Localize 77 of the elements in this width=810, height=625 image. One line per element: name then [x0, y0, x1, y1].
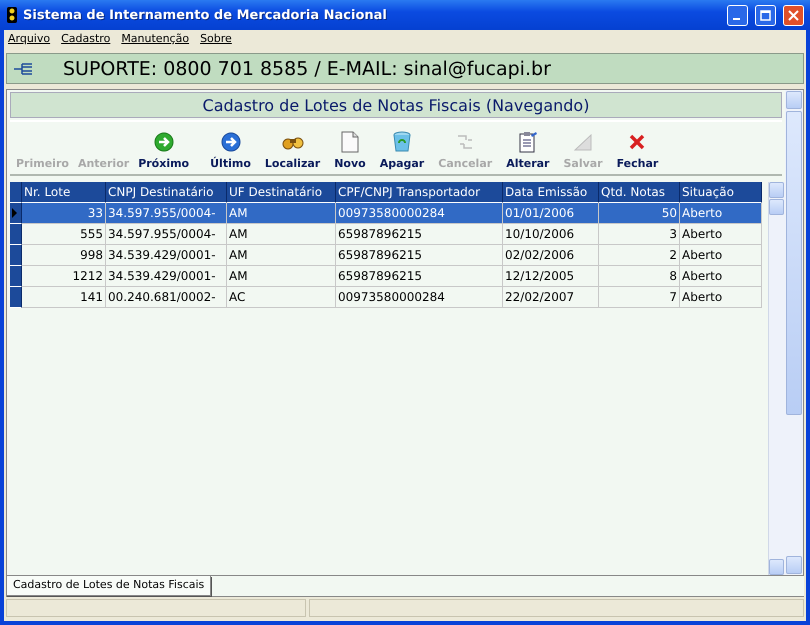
table-cell: AC	[227, 287, 336, 308]
table-cell: 8	[599, 266, 680, 287]
row-selector[interactable]	[10, 203, 22, 224]
table-cell: Aberto	[680, 224, 762, 245]
close-button[interactable]	[783, 4, 804, 26]
table-cell: 00973580000284	[336, 287, 503, 308]
menu-item[interactable]: Arquivo	[8, 32, 50, 48]
table-cell: 998	[22, 245, 106, 266]
toolbar-button[interactable]: Próximo	[136, 126, 192, 170]
toolbar-button[interactable]: Novo	[332, 126, 368, 170]
window-title: Sistema de Internamento de Mercadoria Nacional	[23, 8, 388, 22]
table-cell: 65987896215	[336, 224, 503, 245]
row-selector[interactable]	[10, 245, 22, 266]
table-cell: AM	[227, 203, 336, 224]
table-cell: 3	[599, 224, 680, 245]
column-header[interactable]: Qtd. Notas	[599, 182, 680, 203]
row-selector[interactable]	[10, 266, 22, 287]
recycle-bin-icon	[392, 131, 412, 153]
signal-bars-icon	[573, 133, 594, 151]
table-cell: 01/01/2006	[503, 203, 599, 224]
menu-item[interactable]: Manutenção	[121, 32, 190, 48]
table-cell: AM	[227, 245, 336, 266]
table-cell: Aberto	[680, 287, 762, 308]
table-cell: Aberto	[680, 266, 762, 287]
table-cell: 34.597.955/0004-	[106, 203, 227, 224]
column-header[interactable]: CPF/CNPJ Transportador	[336, 182, 503, 203]
table-cell: 34.597.955/0004-	[106, 224, 227, 245]
row-selector[interactable]	[10, 287, 22, 308]
close-icon	[629, 134, 646, 150]
maximize-button[interactable]	[755, 4, 776, 26]
toolbar-button[interactable]: Fechar	[614, 126, 660, 170]
menu-item[interactable]: Sobre	[200, 32, 232, 48]
table-cell: 141	[22, 287, 106, 308]
table-cell: 34.539.429/0001-	[106, 266, 227, 287]
toolbar-button[interactable]: Alterar	[504, 126, 552, 170]
table-cell: 33	[22, 203, 106, 224]
table-cell: 10/10/2006	[503, 224, 599, 245]
minimize-button[interactable]	[727, 4, 748, 26]
table-cell: 02/02/2006	[503, 245, 599, 266]
document-icon	[340, 131, 359, 153]
table-cell: 12/12/2005	[503, 266, 599, 287]
row-pointer-icon	[12, 208, 17, 218]
column-header[interactable]: CNPJ Destinatário	[106, 182, 227, 203]
traffic-light-icon	[6, 7, 18, 23]
table-cell: 34.539.429/0001-	[106, 245, 227, 266]
table-cell: 2	[599, 245, 680, 266]
close-icon	[788, 10, 799, 20]
network-icon	[13, 62, 33, 76]
maximize-icon	[760, 10, 771, 20]
toolbar-button[interactable]: Apagar	[378, 126, 426, 170]
toolbar-button[interactable]: Localizar	[262, 126, 322, 170]
column-header[interactable]: Data Emissão	[503, 182, 599, 203]
clipboard-icon	[518, 131, 538, 153]
column-header[interactable]: Situação	[680, 182, 762, 203]
menu-item[interactable]: Cadastro	[61, 32, 110, 48]
table-cell: AM	[227, 224, 336, 245]
table-cell: AM	[227, 266, 336, 287]
column-header[interactable]: Nr. Lote	[22, 182, 106, 203]
table-cell: 7	[599, 287, 680, 308]
table-cell: 50	[599, 203, 680, 224]
row-selector[interactable]	[10, 224, 22, 245]
support-banner-text: SUPORTE: 0800 701 8585 / E-MAIL: sinal@fucapi.br	[63, 58, 551, 80]
table-cell: 00.240.681/0002-	[106, 287, 227, 308]
toolbar-button[interactable]: Último	[208, 126, 253, 170]
table-cell: Aberto	[680, 203, 762, 224]
table-cell: 1212	[22, 266, 106, 287]
header-corner	[10, 182, 22, 203]
table-cell: 65987896215	[336, 266, 503, 287]
table-cell: 65987896215	[336, 245, 503, 266]
form-title: Cadastro de Lotes de Notas Fiscais (Navegando)	[10, 92, 782, 118]
table-cell: 555	[22, 224, 106, 245]
table-cell: Aberto	[680, 245, 762, 266]
table-cell: 00973580000284	[336, 203, 503, 224]
minimize-icon	[732, 18, 740, 20]
column-header[interactable]: UF Destinatário	[227, 182, 336, 203]
tab[interactable]: Cadastro de Lotes de Notas Fiscais	[6, 576, 212, 596]
table-cell: 22/02/2007	[503, 287, 599, 308]
